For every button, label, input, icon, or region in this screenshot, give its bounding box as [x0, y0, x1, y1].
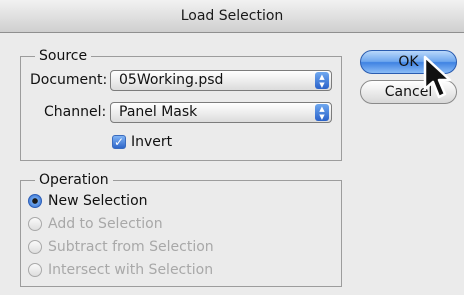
up-down-arrows-icon: ▲ ▼: [315, 104, 329, 121]
radio-add-to-selection[interactable]: [28, 217, 42, 231]
radio-intersect-with-selection[interactable]: [28, 263, 42, 277]
radio-new-selection[interactable]: [28, 194, 42, 208]
operation-group-title: Operation: [35, 172, 113, 188]
radio-label-new-selection[interactable]: New Selection: [48, 192, 148, 210]
radio-label-add-to-selection[interactable]: Add to Selection: [48, 215, 163, 233]
checkmark-icon: ✓: [113, 135, 125, 149]
up-down-arrows-icon: ▲ ▼: [315, 72, 329, 89]
dialog-title: Load Selection: [0, 0, 464, 33]
source-group-title: Source: [35, 48, 92, 64]
radio-label-subtract-from-selection[interactable]: Subtract from Selection: [48, 238, 214, 256]
mouse-pointer-icon: [423, 55, 452, 99]
invert-label[interactable]: Invert: [131, 131, 172, 153]
channel-popup[interactable]: Panel Mask ▲ ▼: [110, 102, 332, 123]
invert-checkbox[interactable]: ✓: [112, 135, 126, 149]
document-popup[interactable]: 05Working.psd ▲ ▼: [110, 70, 332, 91]
document-label: Document:: [30, 72, 108, 88]
radio-label-intersect-with-selection[interactable]: Intersect with Selection: [48, 261, 213, 279]
document-value: 05Working.psd: [119, 72, 224, 88]
channel-value: Panel Mask: [119, 104, 198, 120]
channel-label: Channel:: [44, 104, 107, 120]
radio-subtract-from-selection[interactable]: [28, 240, 42, 254]
